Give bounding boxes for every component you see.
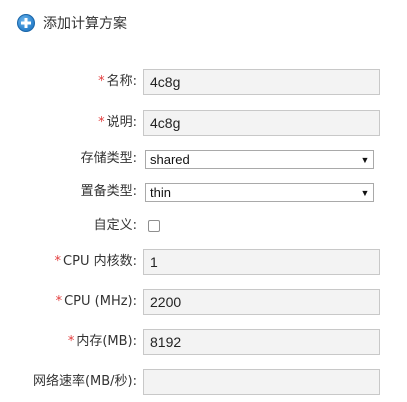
description-input[interactable]: [143, 110, 380, 136]
required-asterisk: *: [54, 254, 62, 269]
storage-type-select[interactable]: shared ▼: [145, 150, 374, 169]
name-input[interactable]: [143, 69, 380, 95]
form-row-provisioning-type: 置备类型: thin ▼: [0, 179, 407, 205]
page-header: 添加计算方案: [17, 13, 127, 33]
required-asterisk: *: [98, 74, 105, 89]
name-label: * 名称:: [98, 74, 137, 89]
cpu-mhz-label: * CPU (MHz):: [55, 294, 137, 309]
provisioning-type-select[interactable]: thin ▼: [145, 183, 374, 202]
storage-type-value: shared: [150, 152, 190, 167]
cpu-cores-input[interactable]: [143, 249, 380, 275]
chevron-down-icon: ▼: [360, 154, 370, 165]
form-row-custom: 自定义:: [0, 213, 407, 239]
form-row-cpu-cores: * CPU 内核数:: [0, 249, 407, 275]
add-circle-icon: [17, 14, 35, 32]
page-title: 添加计算方案: [43, 16, 127, 32]
memory-input[interactable]: [143, 329, 380, 355]
required-asterisk: *: [98, 115, 105, 130]
provisioning-type-value: thin: [150, 185, 171, 200]
required-asterisk: *: [67, 334, 75, 349]
network-rate-input[interactable]: [143, 369, 380, 395]
provisioning-type-label: 置备类型:: [80, 184, 137, 199]
description-label: * 说明:: [98, 115, 137, 130]
form-row-memory: * 内存(MB):: [0, 329, 407, 355]
form-row-storage-type: 存储类型: shared ▼: [0, 146, 407, 172]
storage-type-label: 存储类型:: [80, 151, 137, 166]
memory-label: * 内存(MB):: [67, 334, 137, 349]
cpu-mhz-input[interactable]: [143, 289, 380, 315]
custom-label: 自定义:: [93, 218, 137, 233]
cpu-cores-label: * CPU 内核数:: [54, 254, 137, 269]
form-row-network-rate: 网络速率(MB/秒):: [0, 369, 407, 395]
custom-checkbox[interactable]: [148, 220, 160, 232]
chevron-down-icon: ▼: [360, 187, 370, 198]
form-row-cpu-mhz: * CPU (MHz):: [0, 289, 407, 315]
network-rate-label: 网络速率(MB/秒):: [32, 374, 137, 389]
form-row-name: * 名称:: [0, 69, 407, 95]
form-row-description: * 说明:: [0, 110, 407, 136]
required-asterisk: *: [55, 294, 63, 309]
